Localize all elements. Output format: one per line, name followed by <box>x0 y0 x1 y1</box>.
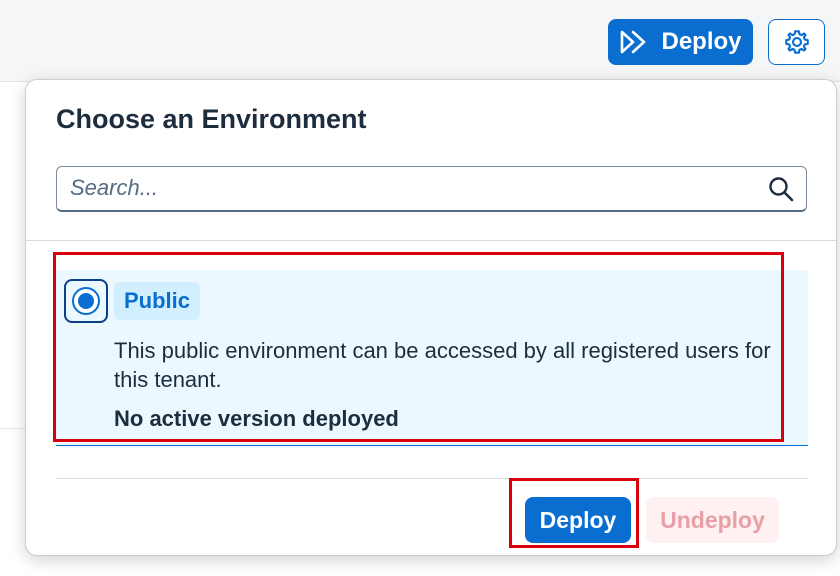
header-divider <box>26 240 836 241</box>
gear-icon <box>784 30 809 54</box>
environment-list-item[interactable]: Public This public environment can be ac… <box>56 270 808 446</box>
environment-description: This public environment can be accessed … <box>114 338 771 392</box>
footer-divider <box>56 478 808 479</box>
undeploy-button: Undeploy <box>646 497 779 543</box>
toolbar-deploy-label: Deploy <box>661 28 742 55</box>
popover-title: Choose an Environment <box>56 104 367 134</box>
search-field[interactable] <box>56 166 807 212</box>
settings-button[interactable] <box>768 19 825 65</box>
radio-selected-dot <box>78 293 94 309</box>
deploy-arrows-icon <box>621 30 646 54</box>
top-toolbar: Deploy <box>0 0 840 82</box>
environment-radio[interactable] <box>64 279 108 323</box>
environment-popover: Choose an Environment Public This public… <box>25 79 837 556</box>
deploy-button[interactable]: Deploy <box>525 497 631 543</box>
page: Deploy Choose an Environment Search... P… <box>0 0 840 576</box>
environment-name-tag: Public <box>114 282 201 320</box>
environment-status: No active version deployed <box>114 406 399 431</box>
toolbar-deploy-button[interactable]: Deploy <box>608 19 753 65</box>
search-icon[interactable] <box>768 176 794 202</box>
search-input[interactable] <box>57 167 757 209</box>
radio-circle <box>72 287 100 315</box>
